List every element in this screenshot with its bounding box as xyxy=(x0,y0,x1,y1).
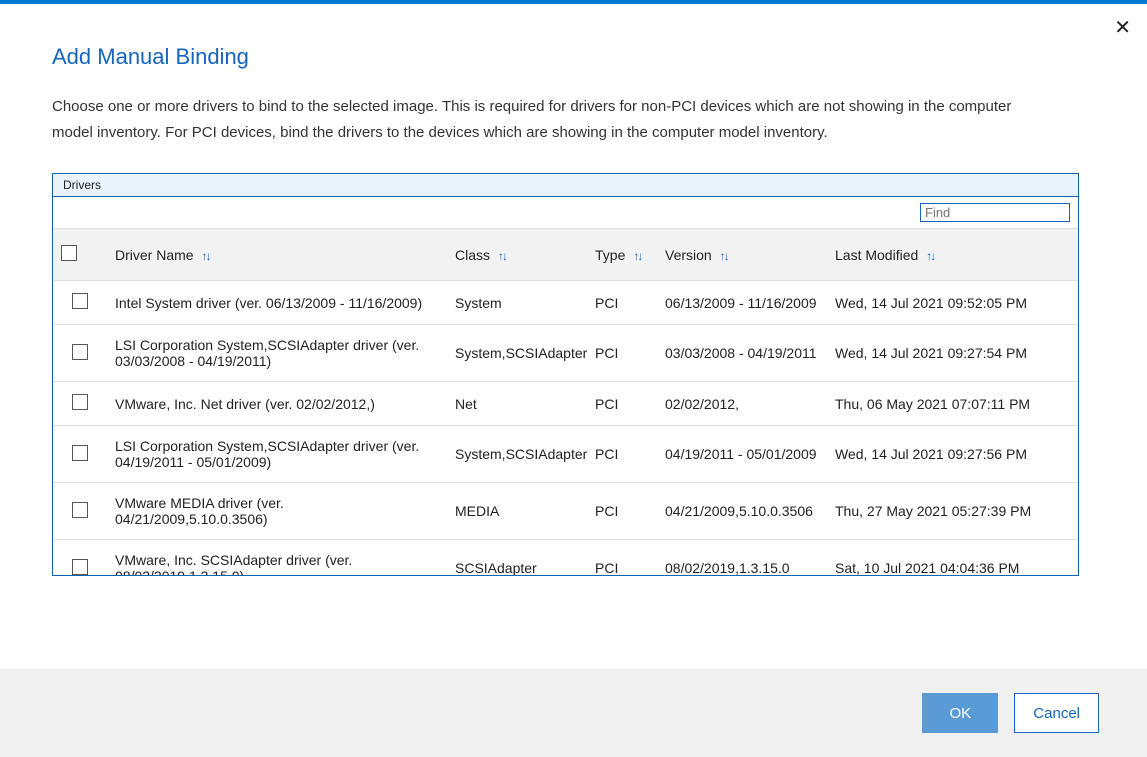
header-label: Type xyxy=(595,247,625,263)
header-label: Class xyxy=(455,247,490,263)
cell-driver-name: LSI Corporation System,SCSIAdapter drive… xyxy=(107,325,447,382)
row-checkbox[interactable] xyxy=(72,293,88,309)
cell-type: PCI xyxy=(587,483,657,540)
table-row[interactable]: Intel System driver (ver. 06/13/2009 - 1… xyxy=(53,281,1078,325)
sort-icon: ↑↓ xyxy=(633,249,641,263)
table-header-row: Driver Name ↑↓ Class ↑↓ Type ↑↓ Version ↑↓ L… xyxy=(53,229,1078,281)
row-checkbox[interactable] xyxy=(72,344,88,360)
cell-class: System,SCSIAdapter xyxy=(447,426,587,483)
header-class[interactable]: Class ↑↓ xyxy=(447,229,587,281)
header-version[interactable]: Version ↑↓ xyxy=(657,229,827,281)
cell-class: System xyxy=(447,281,587,325)
drivers-panel: Drivers Driver Name ↑↓ Class ↑↓ xyxy=(52,173,1079,576)
dialog-description: Choose one or more drivers to bind to th… xyxy=(52,94,1022,145)
cell-type: PCI xyxy=(587,540,657,576)
drivers-grid-scroll[interactable]: Driver Name ↑↓ Class ↑↓ Type ↑↓ Version ↑↓ L… xyxy=(53,229,1078,575)
drivers-table: Driver Name ↑↓ Class ↑↓ Type ↑↓ Version ↑↓ L… xyxy=(53,229,1078,575)
cancel-button[interactable]: Cancel xyxy=(1014,693,1099,733)
table-row[interactable]: LSI Corporation System,SCSIAdapter drive… xyxy=(53,426,1078,483)
sort-icon: ↑↓ xyxy=(202,249,210,263)
table-row[interactable]: VMware, Inc. SCSIAdapter driver (ver. 08… xyxy=(53,540,1078,576)
table-row[interactable]: VMware, Inc. Net driver (ver. 02/02/2012… xyxy=(53,382,1078,426)
header-label: Version xyxy=(665,247,712,263)
cell-type: PCI xyxy=(587,426,657,483)
cell-last-modified: Thu, 06 May 2021 07:07:11 PM xyxy=(827,382,1078,426)
dialog-footer: OK Cancel xyxy=(0,669,1147,757)
cell-driver-name: LSI Corporation System,SCSIAdapter drive… xyxy=(107,426,447,483)
ok-button[interactable]: OK xyxy=(922,693,998,733)
header-last-modified[interactable]: Last Modified ↑↓ xyxy=(827,229,1078,281)
cell-version: 03/03/2008 - 04/19/2011 xyxy=(657,325,827,382)
cell-driver-name: VMware, Inc. SCSIAdapter driver (ver. 08… xyxy=(107,540,447,576)
cell-class: SCSIAdapter xyxy=(447,540,587,576)
cell-version: 06/13/2009 - 11/16/2009 xyxy=(657,281,827,325)
cell-last-modified: Sat, 10 Jul 2021 04:04:36 PM xyxy=(827,540,1078,576)
sort-icon: ↑↓ xyxy=(926,249,934,263)
close-button[interactable]: ✕ xyxy=(1114,18,1131,38)
row-checkbox[interactable] xyxy=(72,445,88,461)
cell-type: PCI xyxy=(587,281,657,325)
cell-class: MEDIA xyxy=(447,483,587,540)
cell-last-modified: Wed, 14 Jul 2021 09:27:54 PM xyxy=(827,325,1078,382)
cell-type: PCI xyxy=(587,382,657,426)
cell-version: 08/02/2019,1.3.15.0 xyxy=(657,540,827,576)
header-select-all[interactable] xyxy=(53,229,107,281)
cell-version: 04/19/2011 - 05/01/2009 xyxy=(657,426,827,483)
cell-driver-name: VMware, Inc. Net driver (ver. 02/02/2012… xyxy=(107,382,447,426)
dialog-body: Add Manual Binding Choose one or more dr… xyxy=(0,4,1147,669)
table-row[interactable]: LSI Corporation System,SCSIAdapter drive… xyxy=(53,325,1078,382)
table-row[interactable]: VMware MEDIA driver (ver. 04/21/2009,5.1… xyxy=(53,483,1078,540)
find-input[interactable] xyxy=(920,203,1070,222)
cell-last-modified: Wed, 14 Jul 2021 09:52:05 PM xyxy=(827,281,1078,325)
cell-last-modified: Wed, 14 Jul 2021 09:27:56 PM xyxy=(827,426,1078,483)
header-label: Driver Name xyxy=(115,247,194,263)
row-checkbox[interactable] xyxy=(72,394,88,410)
panel-label: Drivers xyxy=(53,174,1078,197)
row-checkbox[interactable] xyxy=(72,559,88,575)
sort-icon: ↑↓ xyxy=(498,249,506,263)
row-checkbox[interactable] xyxy=(72,502,88,518)
cell-driver-name: Intel System driver (ver. 06/13/2009 - 1… xyxy=(107,281,447,325)
header-type[interactable]: Type ↑↓ xyxy=(587,229,657,281)
sort-icon: ↑↓ xyxy=(720,249,728,263)
cell-version: 04/21/2009,5.10.0.3506 xyxy=(657,483,827,540)
cell-class: Net xyxy=(447,382,587,426)
cell-driver-name: VMware MEDIA driver (ver. 04/21/2009,5.1… xyxy=(107,483,447,540)
cell-type: PCI xyxy=(587,325,657,382)
header-driver-name[interactable]: Driver Name ↑↓ xyxy=(107,229,447,281)
header-label: Last Modified xyxy=(835,247,918,263)
cell-class: System,SCSIAdapter xyxy=(447,325,587,382)
dialog-title: Add Manual Binding xyxy=(52,44,1079,70)
find-bar xyxy=(53,197,1078,229)
cell-last-modified: Thu, 27 May 2021 05:27:39 PM xyxy=(827,483,1078,540)
content-scroll[interactable]: Add Manual Binding Choose one or more dr… xyxy=(52,44,1099,669)
cell-version: 02/02/2012, xyxy=(657,382,827,426)
checkbox-icon[interactable] xyxy=(61,245,77,261)
dialog-window: ✕ Add Manual Binding Choose one or more … xyxy=(0,0,1147,757)
